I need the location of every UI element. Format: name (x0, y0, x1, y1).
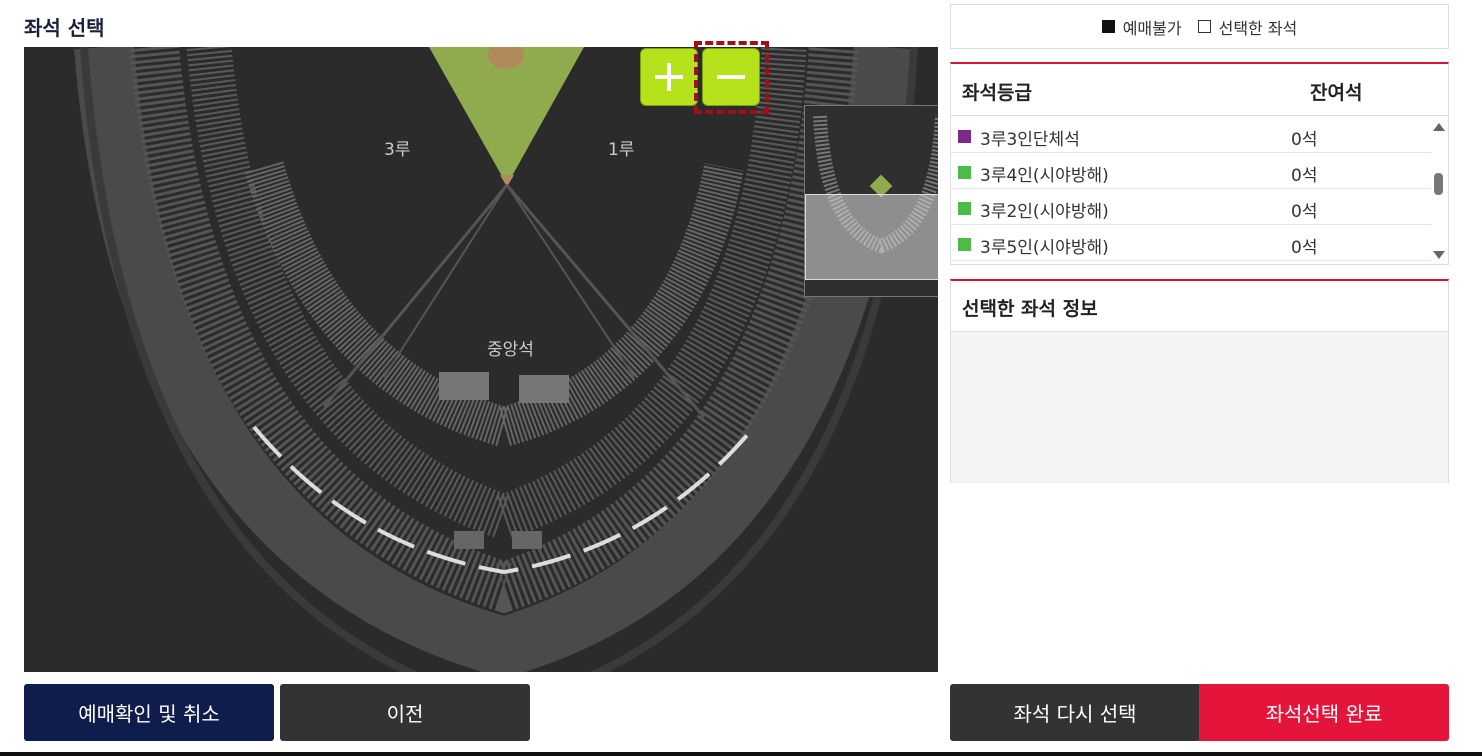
minimap[interactable] (804, 105, 938, 297)
selected-seat-info-title: 선택한 좌석 정보 (951, 281, 1448, 332)
grade-name: 3루5인(시야방해) (980, 238, 1109, 258)
seat-grade-panel: 좌석등급 잔여석 3루3인단체석 0석 3루4인(시야방해) 0석 3루2인(시… (950, 62, 1449, 265)
center-section-label: 중앙석 (487, 340, 534, 360)
third-base-label: 3루 (384, 140, 410, 160)
complete-seat-selection-button[interactable]: 좌석선택 완료 (1199, 684, 1449, 741)
grade-color-swatch (958, 130, 971, 143)
previous-button[interactable]: 이전 (280, 684, 530, 741)
zoom-in-button[interactable] (640, 48, 698, 106)
grade-remaining: 0석 (1291, 130, 1318, 150)
legend-unavailable: 예매불가 (1101, 15, 1182, 39)
page-title: 좌석 선택 (24, 16, 105, 40)
selected-seat-info-panel: 선택한 좌석 정보 (950, 279, 1449, 483)
grade-row[interactable]: 3루4인(시야방해) 0석 (951, 153, 1431, 189)
remaining-column-header: 잔여석 (1310, 82, 1363, 104)
grade-row[interactable]: 3루2인(시야방해) 0석 (951, 189, 1431, 225)
grade-remaining: 0석 (1291, 166, 1318, 186)
grade-remaining: 0석 (1291, 238, 1318, 258)
filled-square-icon (1101, 20, 1115, 33)
grade-name: 3루2인(시야방해) (980, 202, 1109, 222)
grade-name: 3루4인(시야방해) (980, 166, 1109, 186)
scroll-thumb[interactable] (1434, 173, 1443, 195)
selected-seat-info-body (951, 332, 1448, 483)
seat-grade-header: 좌석등급 잔여석 (951, 64, 1448, 116)
grade-row[interactable]: 3루3인단체석 0석 (951, 117, 1431, 153)
seat-legend: 예매불가 선택한 좌석 (950, 4, 1449, 49)
zoom-out-button[interactable] (702, 48, 760, 106)
grade-color-swatch (958, 238, 971, 251)
legend-unavailable-label: 예매불가 (1122, 18, 1182, 38)
legend-selected-label: 선택한 좌석 (1218, 18, 1298, 38)
first-base-label: 1루 (608, 140, 634, 160)
scroll-up-arrow-icon[interactable] (1433, 123, 1445, 131)
reselect-seat-button[interactable]: 좌석 다시 선택 (950, 684, 1200, 741)
grade-color-swatch (958, 202, 971, 215)
stadium-seat-map-graphic[interactable]: 3루 1루 중앙석 (24, 47, 938, 672)
scroll-down-arrow-icon[interactable] (1433, 251, 1445, 259)
plus-icon (655, 63, 683, 91)
seat-grade-list[interactable]: 3루3인단체석 0석 3루4인(시야방해) 0석 3루2인(시야방해) 0석 3… (951, 117, 1431, 261)
confirm-cancel-button[interactable]: 예매확인 및 취소 (24, 684, 274, 741)
grade-column-header: 좌석등급 (962, 82, 1032, 104)
seat-map[interactable]: 3루 1루 중앙석 (24, 47, 938, 672)
legend-selected: 선택한 좌석 (1197, 15, 1298, 39)
grade-remaining: 0석 (1291, 202, 1318, 222)
grade-row[interactable]: 3루5인(시야방해) 0석 (951, 225, 1431, 261)
grade-name: 3루3인단체석 (980, 130, 1080, 150)
grade-list-scrollbar[interactable] (1430, 117, 1448, 265)
empty-square-icon (1197, 20, 1211, 33)
minimap-viewport[interactable] (805, 194, 938, 280)
minus-icon (717, 75, 745, 79)
bottom-border (0, 752, 1482, 756)
grade-color-swatch (958, 166, 971, 179)
